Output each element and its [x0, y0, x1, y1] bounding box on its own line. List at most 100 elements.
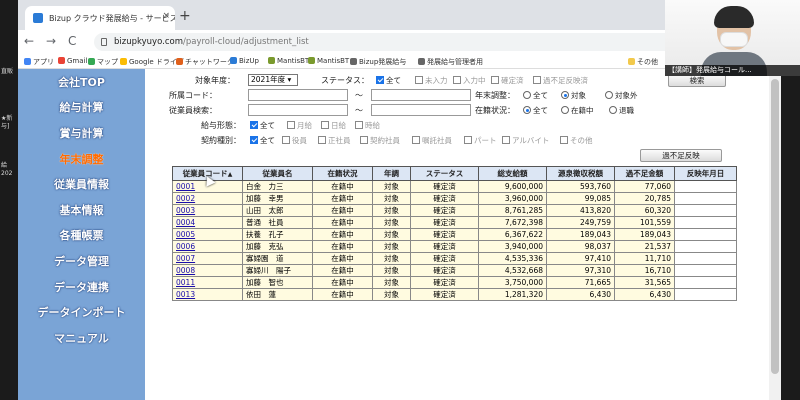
contract-group-checkbox-1[interactable]: [282, 136, 290, 144]
ye-group-radio-1[interactable]: [561, 91, 569, 99]
sidebar-item-0[interactable]: 会社TOP: [18, 73, 145, 93]
employee-code-link[interactable]: 0007: [172, 252, 243, 265]
ye-group-option-0[interactable]: 全て: [523, 90, 548, 101]
employee-code-link[interactable]: 0006: [172, 240, 243, 253]
bookmark-1[interactable]: Gmail: [58, 57, 87, 65]
contract-group-checkbox-4[interactable]: [412, 136, 420, 144]
table-row[interactable]: 0003 山田 太郎 在籍中 対象 確定済 8,761,285 413,820 60,320: [172, 204, 737, 217]
status-group-option-3[interactable]: 確定済: [491, 75, 524, 86]
contract-group-option-4[interactable]: 嘱託社員: [412, 135, 452, 146]
contract-group-option-0[interactable]: 全て: [250, 135, 275, 146]
table-row[interactable]: 0008 寡婦川 陽子 在籍中 対象 確定済 4,532,668 97,310 16,710: [172, 264, 737, 277]
contract-group-checkbox-7[interactable]: [560, 136, 568, 144]
bookmark-6[interactable]: MantisBT: [268, 57, 309, 65]
status-group-checkbox-0[interactable]: [376, 76, 384, 84]
employee-code-link[interactable]: 0008: [172, 264, 243, 277]
bookmark-7[interactable]: MantisBT: [308, 57, 349, 65]
pay-group-option-0[interactable]: 全て: [250, 120, 275, 131]
status-group-option-0[interactable]: 全て: [376, 75, 401, 86]
year-select[interactable]: 2021年度 ▾: [248, 74, 298, 86]
column-header-6[interactable]: 源泉徴収税額: [546, 166, 615, 181]
status-group-checkbox-3[interactable]: [491, 76, 499, 84]
sidebar-item-4[interactable]: 従業員情報: [18, 175, 145, 195]
bookmark-8[interactable]: Bizup発展給与: [350, 57, 406, 67]
empstatus-group-radio-0[interactable]: [523, 106, 531, 114]
column-header-1[interactable]: 従業員名: [242, 166, 313, 181]
column-header-3[interactable]: 年調: [372, 166, 411, 181]
bookmark-2[interactable]: マップ: [88, 57, 118, 67]
employee-code-link[interactable]: 0003: [172, 204, 243, 217]
contract-group-option-6[interactable]: アルバイト: [502, 135, 549, 146]
column-header-7[interactable]: 過不足金額: [614, 166, 675, 181]
table-row[interactable]: 0011 加藤 智也 在籍中 対象 確定済 3,750,000 71,665 31,565: [172, 276, 737, 289]
sidebar-item-9[interactable]: データインポート: [18, 303, 145, 323]
sidebar-item-10[interactable]: マニュアル: [18, 329, 145, 349]
employee-search-to-input[interactable]: [371, 104, 471, 116]
employee-search-from-input[interactable]: [248, 104, 348, 116]
employee-code-link[interactable]: 0002: [172, 192, 243, 205]
bookmark-9[interactable]: 発展給与管理者用: [418, 57, 483, 67]
empstatus-group-radio-1[interactable]: [561, 106, 569, 114]
employee-code-link[interactable]: 0005: [172, 228, 243, 241]
table-row[interactable]: 0004 普通 社員 在籍中 対象 確定済 7,672,398 249,759 101,559: [172, 216, 737, 229]
status-group-checkbox-4[interactable]: [533, 76, 541, 84]
column-header-2[interactable]: 在籍状況: [312, 166, 373, 181]
back-arrow-icon[interactable]: ←: [24, 34, 34, 48]
status-group-option-1[interactable]: 未入力: [415, 75, 448, 86]
column-header-8[interactable]: 反映年月日: [674, 166, 737, 181]
contract-group-checkbox-3[interactable]: [360, 136, 368, 144]
contract-group-checkbox-2[interactable]: [318, 136, 326, 144]
ye-group-radio-0[interactable]: [523, 91, 531, 99]
column-header-4[interactable]: ステータス: [410, 166, 479, 181]
pay-group-checkbox-1[interactable]: [287, 121, 295, 129]
pay-group-checkbox-2[interactable]: [321, 121, 329, 129]
apply-adjustment-button[interactable]: 過不足反映: [640, 149, 722, 162]
forward-arrow-icon[interactable]: →: [46, 34, 56, 48]
bookmark-4[interactable]: チャットワーク: [176, 57, 234, 67]
bookmark-3[interactable]: Google ドライブ: [120, 57, 184, 67]
employee-code-link[interactable]: 0004: [172, 216, 243, 229]
sidebar-item-2[interactable]: 賞与計算: [18, 124, 145, 144]
new-tab-button[interactable]: +: [179, 8, 191, 24]
contract-group-option-5[interactable]: パート: [464, 135, 497, 146]
address-bar[interactable]: bizupkyuyo.com/payroll-cloud/adjustment_…: [94, 33, 674, 51]
page-scrollbar[interactable]: [769, 69, 781, 400]
table-row[interactable]: 0013 依田 蓮在籍中 対象 確定済 1,281,320 6,430 6,430: [172, 288, 737, 301]
column-header-5[interactable]: 総支給額: [478, 166, 547, 181]
scrollbar-thumb[interactable]: [771, 79, 779, 374]
tab-close-icon[interactable]: ×: [162, 11, 170, 21]
contract-group-option-2[interactable]: 正社員: [318, 135, 351, 146]
contract-group-option-1[interactable]: 役員: [282, 135, 307, 146]
sidebar-item-5[interactable]: 基本情報: [18, 201, 145, 221]
status-group-option-4[interactable]: 過不足反映済: [533, 75, 588, 86]
sidebar-item-1[interactable]: 給与計算: [18, 98, 145, 118]
table-row[interactable]: 0002 加藤 幸男 在籍中 対象 確定済 3,960,000 99,085 20,785: [172, 192, 737, 205]
dept-code-from-input[interactable]: [248, 89, 348, 101]
sidebar-item-8[interactable]: データ連携: [18, 278, 145, 298]
pay-group-checkbox-3[interactable]: [355, 121, 363, 129]
ye-group-option-2[interactable]: 対象外: [605, 90, 638, 101]
empstatus-group-option-2[interactable]: 退職: [609, 105, 634, 116]
contract-group-checkbox-5[interactable]: [464, 136, 472, 144]
table-row[interactable]: 0005 扶養 孔子 在籍中 対象 確定済 6,367,622 189,043 189,043: [172, 228, 737, 241]
bookmark-0[interactable]: アプリ: [24, 57, 54, 67]
pay-group-option-3[interactable]: 時給: [355, 120, 380, 131]
table-row[interactable]: 0001 白金 力三 在籍中 対象 確定済 9,600,000 593,760 77,060: [172, 180, 737, 193]
status-group-checkbox-2[interactable]: [453, 76, 461, 84]
employee-code-link[interactable]: 0011: [172, 276, 243, 289]
contract-group-option-7[interactable]: その他: [560, 135, 593, 146]
pay-group-option-1[interactable]: 月給: [287, 120, 312, 131]
browser-tab[interactable]: Bizup クラウド発展給与 - サービス ×: [25, 6, 175, 30]
bookmark-5[interactable]: BizUp: [230, 57, 259, 65]
sidebar-item-3[interactable]: 年末調整: [18, 150, 145, 170]
contract-group-option-3[interactable]: 契約社員: [360, 135, 400, 146]
employee-code-link[interactable]: 0013: [172, 288, 243, 301]
bookmark-10[interactable]: その他: [628, 57, 658, 67]
table-row[interactable]: 0006 加藤 克弘 在籍中 対象 確定済 3,940,000 98,037 21,537: [172, 240, 737, 253]
sort-ascending-icon[interactable]: ▲: [228, 171, 233, 178]
empstatus-group-option-0[interactable]: 全て: [523, 105, 548, 116]
reload-icon[interactable]: C: [68, 34, 76, 48]
sidebar-item-7[interactable]: データ管理: [18, 252, 145, 272]
table-row[interactable]: 0007 寡婦園 道在籍中 対象 確定済 4,535,336 97,410 11,710: [172, 252, 737, 265]
contract-group-checkbox-6[interactable]: [502, 136, 510, 144]
